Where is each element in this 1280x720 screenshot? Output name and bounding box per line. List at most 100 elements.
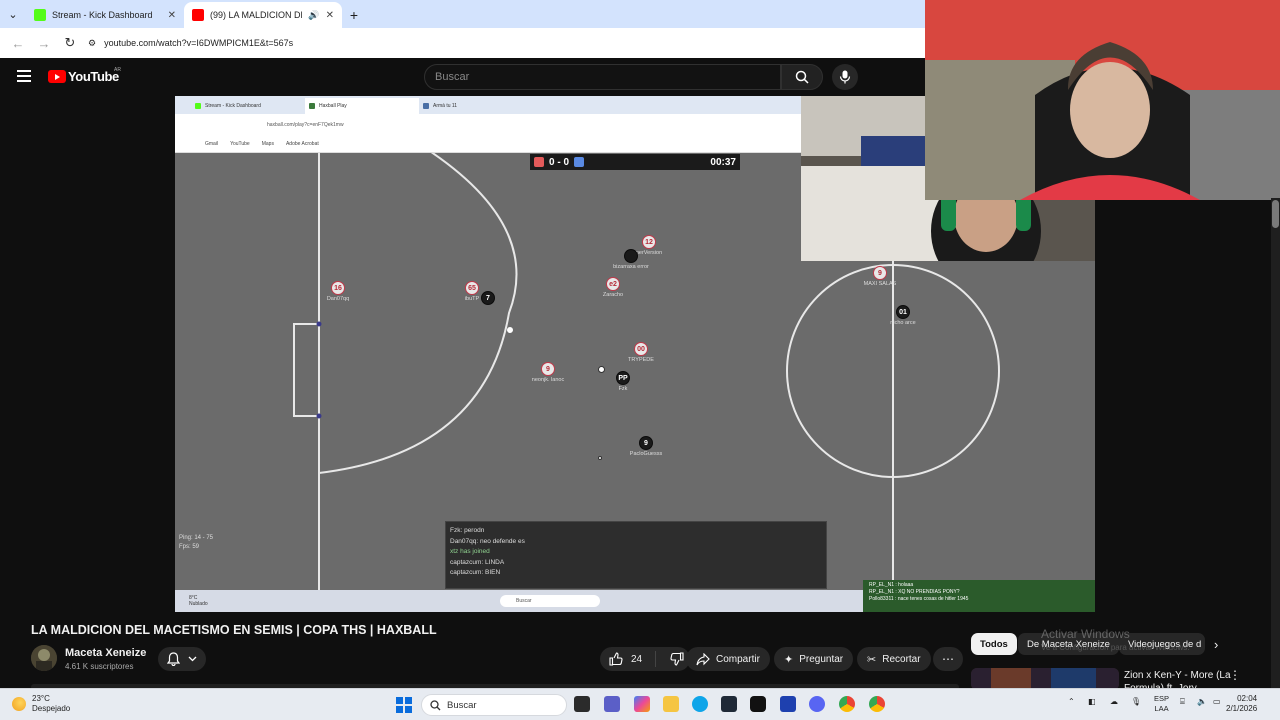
copilot-icon[interactable]: [634, 696, 650, 712]
tab-search-icon[interactable]: ⌄: [0, 0, 26, 28]
player-name: Zaracho: [602, 292, 624, 298]
task-view-icon[interactable]: [574, 696, 590, 712]
site-info-icon[interactable]: ⚙: [88, 38, 96, 49]
close-tab-icon[interactable]: ✕: [326, 10, 334, 21]
chat-line: xtz has joined: [450, 548, 490, 555]
dislike-button[interactable]: [662, 652, 684, 666]
channel-name[interactable]: Maceta Xeneize: [65, 647, 146, 659]
file-explorer-icon[interactable]: [663, 696, 679, 712]
player-disc: 65: [465, 281, 479, 295]
system-clock[interactable]: 02:04 2/1/2026: [1226, 694, 1257, 714]
red-team-icon: [534, 157, 544, 167]
photoshop-icon[interactable]: [780, 696, 796, 712]
webcam-primary-image: [925, 0, 1280, 200]
chrome-icon[interactable]: [839, 696, 855, 712]
chat-line: captazcum: BIEN: [450, 569, 501, 576]
score: 0 - 0: [549, 156, 570, 168]
chevron-down-icon: [188, 656, 197, 662]
match-time: 00:37: [710, 156, 736, 168]
youtube-logo-text[interactable]: YouTube: [68, 69, 119, 84]
scissors-icon: ✂: [867, 653, 877, 666]
tray-mic-icon[interactable]: 🎙: [1131, 697, 1141, 706]
search-button[interactable]: [781, 64, 823, 90]
chip-next-icon[interactable]: ›: [1214, 637, 1218, 652]
recommended-menu-icon[interactable]: ⋮: [1229, 668, 1241, 682]
youtube-logo-icon[interactable]: [48, 70, 66, 83]
browser-toolbar: ← → ↻ ⚙ youtube.com/watch?v=I6DWMPICM1E&…: [0, 28, 925, 58]
chip-all[interactable]: Todos: [971, 633, 1017, 655]
weather-widget[interactable]: 23°C Despejado: [12, 694, 70, 714]
new-tab-button[interactable]: +: [342, 2, 366, 28]
bookmark: Gmail: [205, 141, 219, 147]
sparkle-icon: ✦: [784, 653, 794, 666]
speaker-icon[interactable]: 🔊: [308, 10, 319, 21]
tray-overflow-icon[interactable]: ⌃: [1068, 697, 1075, 706]
weather-temp: 23°C: [32, 694, 50, 703]
video-taskbar-search: Buscar: [500, 595, 600, 607]
clip-button[interactable]: ✂ Recortar: [857, 647, 931, 671]
tab-youtube[interactable]: (99) LA MALDICION DEL M 🔊 ✕: [184, 2, 342, 28]
ask-button[interactable]: ✦ Preguntar: [774, 647, 854, 671]
search-input[interactable]: Buscar: [424, 64, 781, 90]
tab-label: (99) LA MALDICION DEL M: [210, 10, 302, 20]
language-indicator[interactable]: ESP LAA: [1154, 694, 1169, 714]
player-disc: 9: [541, 362, 555, 376]
back-icon[interactable]: ←: [10, 36, 26, 51]
volume-icon[interactable]: 🔈: [1197, 697, 1207, 706]
browser-tab-strip: ⌄ Stream - Kick Dashboard ✕ (99) LA MALD…: [0, 0, 925, 28]
page-scrollbar[interactable]: [1271, 198, 1280, 688]
ball: [598, 456, 602, 460]
ping-text: Ping: 14 - 75: [179, 535, 214, 541]
player-name: nicho arce: [890, 320, 916, 326]
teams-icon[interactable]: [604, 696, 620, 712]
recommended-thumbnail[interactable]: [971, 668, 1119, 690]
player-name: neonjk. lanoc: [531, 377, 565, 383]
video-url: haxball.com/play?c=enF7Qek1mw: [267, 122, 344, 128]
channel-avatar[interactable]: [31, 645, 57, 671]
like-button[interactable]: 24: [600, 651, 656, 667]
voice-search-button[interactable]: [832, 64, 858, 90]
player-name: PacloGuesss: [629, 451, 663, 457]
notifications-button[interactable]: [158, 647, 206, 671]
start-button[interactable]: [396, 697, 412, 713]
game-chat: Fzk: perodn Dan07qq: neo defende es xtz …: [445, 521, 827, 589]
tray-cloud-icon[interactable]: ☁: [1110, 697, 1118, 706]
chrome-profile-icon[interactable]: [869, 696, 885, 712]
player-disc: 9: [639, 436, 653, 450]
taskbar-search[interactable]: Buscar: [421, 694, 567, 716]
bookmark: Maps: [261, 141, 274, 147]
share-button[interactable]: Compartir: [686, 647, 770, 671]
menu-icon[interactable]: [17, 70, 31, 82]
player-disc: e2: [606, 277, 620, 291]
more-actions-button[interactable]: ⋯: [933, 647, 963, 671]
video-weather: 8°C Nublado: [175, 595, 208, 607]
player-disc: 16: [331, 281, 345, 295]
tab-kick-dashboard[interactable]: Stream - Kick Dashboard ✕: [26, 2, 184, 28]
tray-app-icon[interactable]: ◧: [1088, 697, 1096, 706]
video-tab: Stream - Kick Dashboard: [191, 98, 305, 114]
page-scrollbar-thumb[interactable]: [1272, 200, 1279, 228]
close-tab-icon[interactable]: ✕: [168, 10, 176, 21]
video-tab: Armá tu 11: [419, 98, 533, 114]
video-tab-label: Armá tu 11: [433, 103, 458, 109]
stream-chat-line: RP_EL_N1 : holaaa: [869, 582, 914, 588]
language-code: ESP: [1154, 694, 1170, 703]
recommended-title[interactable]: Zion x Ken-Y - More (La Formula) ft. Jor…: [1124, 669, 1232, 690]
discord-icon[interactable]: [809, 696, 825, 712]
reload-icon[interactable]: ↻: [62, 35, 78, 51]
store-icon[interactable]: [721, 696, 737, 712]
address-bar[interactable]: ⚙ youtube.com/watch?v=I6DWMPICM1E&t=567s: [88, 32, 925, 54]
thumbs-down-icon: [670, 652, 684, 666]
battery-icon[interactable]: ▭: [1213, 697, 1221, 706]
bookmark: Adobe Acrobat: [285, 141, 319, 147]
taskbar-search-label: Buscar: [447, 699, 477, 711]
microphone-icon: [839, 70, 851, 84]
webcam-overlay-primary: [925, 0, 1280, 200]
more-horizontal-icon: ⋯: [942, 652, 954, 666]
search-icon: [430, 699, 441, 710]
edge-icon[interactable]: [692, 696, 708, 712]
network-icon[interactable]: ⌸: [1180, 697, 1185, 707]
tiktok-icon[interactable]: [750, 696, 766, 712]
forward-icon[interactable]: →: [36, 36, 52, 51]
clock-date: 2/1/2026: [1226, 704, 1258, 713]
